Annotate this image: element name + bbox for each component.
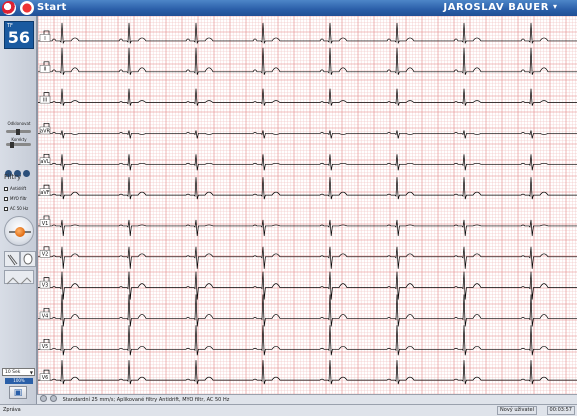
speed-slider[interactable]: [6, 141, 31, 148]
lead-label: V4: [42, 313, 49, 319]
heart-icon[interactable]: [20, 1, 34, 15]
zoom-icon: [6, 277, 32, 285]
filter-info-text: Standardní 25 mm/s; Aplikované filtry An…: [62, 397, 230, 403]
view-mode-3-icon[interactable]: [23, 170, 30, 177]
ecg-trace-avf: [38, 177, 577, 200]
ecg-trace-iii: [38, 88, 577, 106]
app-logo-icon[interactable]: [2, 1, 16, 15]
record-button[interactable]: [4, 216, 34, 246]
lead-label: V6: [42, 375, 49, 381]
patient-menu-chevron-icon[interactable]: ▾: [553, 2, 557, 11]
ecg-application: Start JAROSLAV BAUER ▾ TF 56 Odklonovat …: [0, 0, 577, 416]
duration-select[interactable]: 10 Sek ▼: [2, 368, 35, 376]
filter-checkbox-icon[interactable]: [4, 187, 8, 191]
view-mode-buttons: [5, 162, 33, 177]
ecg-trace-avr: [38, 123, 577, 139]
chevron-down-icon[interactable]: ▼: [30, 369, 33, 376]
ecg-traces: [38, 22, 577, 385]
start-menu[interactable]: Start: [37, 2, 66, 13]
slider-label: Odklonovat: [7, 121, 31, 126]
speed-slider-handle[interactable]: [10, 141, 14, 148]
heart-rate-display: TF 56: [4, 21, 34, 49]
title-bar: Start JAROSLAV BAUER ▾: [0, 0, 577, 16]
record-icon: [15, 227, 25, 237]
ecg-trace-v6: [38, 360, 577, 385]
status-time: 00:03:57: [546, 406, 575, 415]
ecg-trace-i: [38, 22, 577, 45]
status-bar: Zprávа Nový uživatel 00:03:57: [0, 404, 577, 416]
gain-slider-handle[interactable]: [16, 128, 20, 135]
ecg-trace-v1: [38, 215, 577, 236]
lead-label: V1: [42, 221, 49, 227]
ecg-grid-svg[interactable]: IIIIIIaVRaVLaVFV1V2V3V4V5V6: [38, 16, 577, 394]
lead-label: V3: [42, 282, 49, 288]
status-message: Zprávа: [3, 407, 21, 413]
lead-label: aVF: [40, 190, 49, 196]
patient-name[interactable]: JAROSLAV BAUER: [443, 2, 549, 13]
lead-label: aVL: [40, 159, 49, 165]
lead-label: V5: [42, 344, 49, 350]
lead-label: I: [44, 36, 45, 42]
filter-myo[interactable]: MYO filtr: [4, 196, 27, 201]
save-button[interactable]: ▣: [9, 386, 27, 399]
ecg-info-bar: Standardní 25 mm/s; Aplikované filtry An…: [37, 394, 577, 404]
measure-tool-button[interactable]: [4, 251, 20, 267]
zoom-tool-button[interactable]: [4, 270, 34, 285]
save-icon: ▣: [13, 388, 23, 398]
lead-label: III: [43, 97, 47, 103]
filters-title: Filtry: [4, 173, 22, 181]
ecg-chart-area[interactable]: I II III aVR aVL aVF V1 V2 V3 V4 V5 V6: [37, 16, 577, 394]
filter-checkbox-icon[interactable]: [4, 207, 8, 211]
filter-ac[interactable]: AC 50 Hz: [4, 206, 28, 211]
ecg-trace-ii: [38, 47, 577, 75]
ecg-trace-v3: [38, 271, 577, 300]
status-user[interactable]: Nový uživatel: [497, 406, 537, 415]
lead-label: aVR: [40, 128, 50, 134]
gain-slider[interactable]: [6, 128, 31, 135]
progress-indicator: 100%: [5, 378, 33, 384]
magnifier-icon: [23, 253, 33, 265]
lead-label: II: [44, 67, 47, 73]
filter-checkbox-icon[interactable]: [4, 197, 8, 201]
previous-page-icon[interactable]: [40, 395, 47, 402]
lead-label: V2: [42, 252, 49, 258]
left-control-panel: TF 56 Odklonovat Korekty Filtry Antidrif…: [0, 16, 37, 416]
ecg-grid-minor: [38, 16, 577, 394]
heart-rate-value: 56: [7, 28, 30, 47]
filter-antidrift[interactable]: Antidrift: [4, 186, 26, 191]
next-page-icon[interactable]: [50, 395, 57, 402]
loupe-tool-button[interactable]: [20, 251, 36, 267]
caliper-icon: [7, 254, 18, 266]
